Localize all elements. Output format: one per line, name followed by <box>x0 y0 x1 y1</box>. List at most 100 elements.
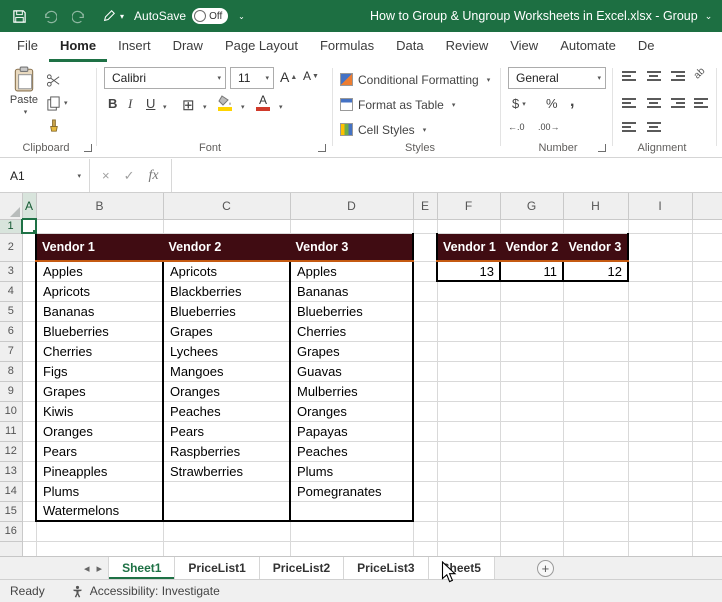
cell-B10[interactable]: Kiwis <box>35 401 164 422</box>
cell[interactable] <box>692 541 722 556</box>
cell[interactable] <box>22 381 37 402</box>
column-header-G[interactable]: G <box>500 193 564 220</box>
cell[interactable] <box>692 361 722 382</box>
cell[interactable] <box>413 361 438 382</box>
cell-C10[interactable]: Peaches <box>162 401 291 422</box>
tab-review[interactable]: Review <box>435 32 500 62</box>
cell[interactable] <box>22 541 37 556</box>
cell[interactable] <box>563 481 629 502</box>
cell-B6[interactable]: Blueberries <box>35 321 164 342</box>
cell[interactable] <box>36 219 164 234</box>
column-header-A[interactable]: A <box>22 193 37 220</box>
cell[interactable] <box>22 361 37 382</box>
cell-H3[interactable]: 12 <box>562 261 629 282</box>
cell[interactable] <box>22 321 37 342</box>
sheet-tab-sheet5[interactable]: Sheet5 <box>428 557 495 579</box>
cell-C13[interactable]: Strawberries <box>162 461 291 482</box>
italic-button[interactable]: I <box>128 96 132 112</box>
cell[interactable] <box>692 321 722 342</box>
column-header-E[interactable]: E <box>413 193 438 220</box>
bottom-align-icon[interactable] <box>670 69 685 82</box>
cell[interactable] <box>563 321 629 342</box>
cell[interactable] <box>290 541 414 556</box>
accounting-format-button[interactable]: $ ▾ <box>512 96 526 111</box>
cell[interactable] <box>290 219 414 234</box>
cell[interactable] <box>500 401 564 422</box>
cell-D10[interactable]: Oranges <box>289 401 414 422</box>
cell[interactable] <box>628 401 693 422</box>
cell-D9[interactable]: Mulberries <box>289 381 414 402</box>
tab-developer[interactable]: De <box>627 32 666 62</box>
save-button[interactable] <box>4 0 34 32</box>
cell[interactable] <box>290 521 414 542</box>
sheet-tab-pricelist2[interactable]: PriceList2 <box>259 557 345 579</box>
cell[interactable] <box>36 541 164 556</box>
font-dialog-launcher-icon[interactable] <box>318 144 326 152</box>
font-name-select[interactable]: Calibri ▾ <box>104 67 226 89</box>
middle-align-icon[interactable] <box>646 69 661 82</box>
cell[interactable] <box>692 341 722 362</box>
cell[interactable] <box>22 261 37 282</box>
cancel-icon[interactable]: × <box>102 168 110 183</box>
cell[interactable] <box>692 481 722 502</box>
cell[interactable] <box>628 521 693 542</box>
paste-button[interactable]: Paste ▾ <box>6 66 42 140</box>
cell[interactable] <box>692 441 722 462</box>
cell[interactable] <box>692 501 722 522</box>
cell[interactable] <box>437 421 501 442</box>
tab-insert[interactable]: Insert <box>107 32 162 62</box>
autosave-toggle[interactable]: Off <box>192 8 229 24</box>
cell-D12[interactable]: Peaches <box>289 441 414 462</box>
chevron-down-icon[interactable]: ▾ <box>203 103 207 111</box>
row-header-10[interactable]: 10 <box>0 401 23 422</box>
cell[interactable] <box>628 301 693 322</box>
increase-font-size-button[interactable]: A ▲ <box>280 69 297 85</box>
cell[interactable] <box>22 401 37 422</box>
cell[interactable] <box>413 481 438 502</box>
conditional-formatting-button[interactable]: Conditional Formatting ▾ <box>340 69 490 90</box>
cell-C11[interactable]: Pears <box>162 421 291 442</box>
cell[interactable] <box>563 501 629 522</box>
cell[interactable] <box>500 281 564 302</box>
clipboard-dialog-launcher-icon[interactable] <box>84 144 92 152</box>
autosave-control[interactable]: AutoSave Off <box>134 8 229 24</box>
cell-B13[interactable]: Pineapples <box>35 461 164 482</box>
row-header-15[interactable]: 15 <box>0 501 23 522</box>
cell[interactable] <box>500 541 564 556</box>
quick-access-chevron-icon[interactable]: ⌄ <box>238 12 245 21</box>
tab-draw[interactable]: Draw <box>162 32 214 62</box>
cell[interactable] <box>500 341 564 362</box>
cell-A1[interactable] <box>21 218 37 234</box>
document-title[interactable]: How to Group & Ungroup Worksheets in Exc… <box>370 0 712 32</box>
name-box[interactable]: A1 ▾ <box>0 159 90 192</box>
cell-B7[interactable]: Cherries <box>35 341 164 362</box>
cell-D5[interactable]: Blueberries <box>289 301 414 322</box>
percent-style-button[interactable]: % <box>546 96 558 111</box>
cell-B8[interactable]: Figs <box>35 361 164 382</box>
cell[interactable] <box>413 219 438 234</box>
cell[interactable] <box>413 501 438 522</box>
cell[interactable] <box>628 219 693 234</box>
cell-D14[interactable]: Pomegranates <box>289 481 414 502</box>
cell-D2[interactable]: Vendor 3 <box>290 233 414 262</box>
cell-B4[interactable]: Apricots <box>35 281 164 302</box>
formula-input[interactable] <box>171 159 722 192</box>
cell[interactable] <box>563 219 629 234</box>
cell[interactable] <box>500 461 564 482</box>
redo-button[interactable] <box>64 0 94 32</box>
cell[interactable] <box>437 381 501 402</box>
cell-C8[interactable]: Mangoes <box>162 361 291 382</box>
cell[interactable] <box>563 421 629 442</box>
cell-C6[interactable]: Grapes <box>162 321 291 342</box>
cell[interactable] <box>628 501 693 522</box>
row-header-13[interactable]: 13 <box>0 461 23 482</box>
cell[interactable] <box>500 521 564 542</box>
cell[interactable] <box>628 461 693 482</box>
cell[interactable] <box>563 521 629 542</box>
cell[interactable] <box>22 301 37 322</box>
cell[interactable] <box>500 321 564 342</box>
sheet-tab-sheet1[interactable]: Sheet1 <box>108 557 176 579</box>
tab-view[interactable]: View <box>499 32 549 62</box>
cell[interactable] <box>692 219 722 234</box>
cell[interactable] <box>628 281 693 302</box>
